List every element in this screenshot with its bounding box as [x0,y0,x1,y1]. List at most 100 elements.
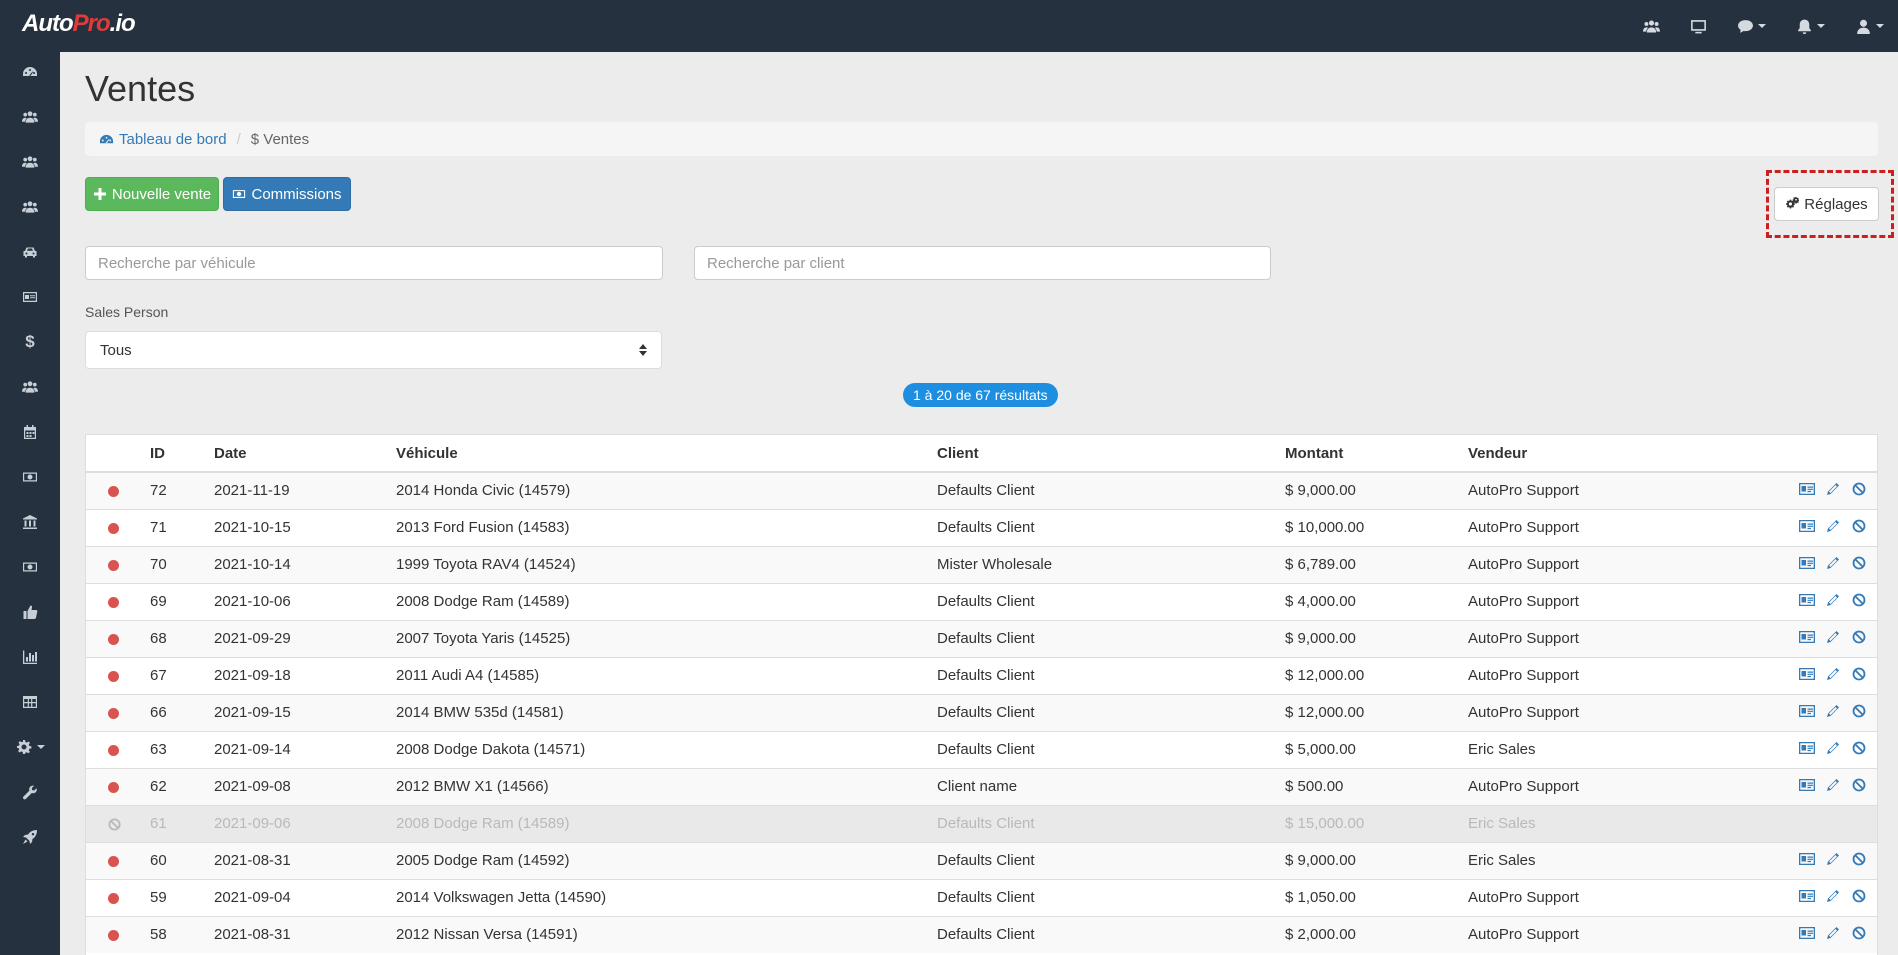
sidebar-item-reports[interactable] [0,637,60,677]
monitor-icon[interactable] [1690,18,1707,35]
view-details-button[interactable] [1799,482,1815,500]
edit-button[interactable] [1825,926,1841,944]
users-icon [22,156,38,168]
user-dropdown[interactable] [1855,18,1884,35]
sidebar-item-table[interactable] [0,682,60,722]
vehicle-search-input[interactable] [85,246,663,280]
table-row[interactable]: 72 2021-11-19 2014 Honda Civic (14579) Defa… [86,471,1877,509]
edit-button[interactable] [1825,852,1841,870]
users-icon [22,381,38,393]
cancel-sale-button[interactable] [1851,852,1867,870]
settings-button[interactable]: Réglages [1774,187,1879,221]
chat-dropdown[interactable] [1737,18,1766,35]
sidebar-item-users-2[interactable] [0,142,60,182]
view-details-button[interactable] [1799,630,1815,648]
cell-id: 69 [150,582,214,620]
sidebar-item-launch[interactable] [0,817,60,857]
view-details-button[interactable] [1799,593,1815,611]
sidebar-item-sales[interactable]: $ [0,322,60,362]
view-details-button[interactable] [1799,519,1815,537]
edit-button[interactable] [1825,556,1841,574]
view-details-button[interactable] [1799,556,1815,574]
table-row[interactable]: 66 2021-09-15 2014 BMW 535d (14581) Default… [86,693,1877,731]
edit-button[interactable] [1825,593,1841,611]
pencil-icon [1827,778,1839,791]
cell-seller: AutoPro Support [1468,471,1768,509]
cancel-sale-button[interactable] [1851,519,1867,537]
cell-actions [1768,767,1877,805]
sidebar-item-money-1[interactable] [0,457,60,497]
sidebar-item-vehicles[interactable] [0,232,60,272]
status-dot [108,781,119,793]
page-title: Ventes [85,68,196,109]
sidebar-item-bank[interactable] [0,502,60,542]
table-row[interactable]: 62 2021-09-08 2012 BMW X1 (14566) Client na… [86,767,1877,805]
sidebar-item-dashboard[interactable] [0,52,60,92]
table-row[interactable]: 68 2021-09-29 2007 Toyota Yaris (14525) Def… [86,619,1877,657]
breadcrumb-home-label: Tableau de bord [119,130,227,148]
table-row[interactable]: 59 2021-09-04 2014 Volkswagen Jetta (14590… [86,878,1877,916]
edit-button[interactable] [1825,482,1841,500]
sidebar-item-users-3[interactable] [0,187,60,227]
cancel-sale-button[interactable] [1851,741,1867,759]
table-row[interactable]: 61 2021-09-06 2008 Dodge Ram (14589) Defaul… [86,804,1877,842]
sidebar-item-money-2[interactable] [0,547,60,587]
table-row[interactable]: 71 2021-10-15 2013 Ford Fusion (14583) Defa… [86,508,1877,546]
cell-seller: AutoPro Support [1468,915,1768,953]
table-row[interactable]: 60 2021-08-31 2005 Dodge Ram (14592) Defaul… [86,841,1877,879]
app-logo[interactable]: AutoPro.io [22,10,136,38]
view-details-button[interactable] [1799,852,1815,870]
view-details-button[interactable] [1799,741,1815,759]
edit-button[interactable] [1825,704,1841,722]
sidebar-item-calendar[interactable] [0,412,60,452]
view-details-button[interactable] [1799,889,1815,907]
sidebar-item-tools[interactable] [0,772,60,812]
breadcrumb: Tableau de bord / $ Ventes [85,122,1878,156]
cancel-sale-button[interactable] [1851,630,1867,648]
users-icon[interactable] [1643,18,1660,35]
breadcrumb-home-link[interactable]: Tableau de bord [99,131,227,148]
table-row[interactable]: 58 2021-08-31 2012 Nissan Versa (14591) Def… [86,915,1877,953]
table-row[interactable]: 63 2021-09-14 2008 Dodge Dakota (14571) Def… [86,730,1877,768]
pencil-icon [1827,704,1839,717]
new-sale-button[interactable]: Nouvelle vente [85,177,219,211]
view-details-button[interactable] [1799,778,1815,796]
view-details-button[interactable] [1799,667,1815,685]
cell-id: 58 [150,915,214,953]
notifications-dropdown[interactable] [1796,18,1825,35]
sidebar-item-users-4[interactable] [0,367,60,407]
edit-button[interactable] [1825,778,1841,796]
sidebar-item-settings[interactable] [0,727,60,767]
sidebar-item-cards[interactable] [0,277,60,317]
view-details-button[interactable] [1799,704,1815,722]
cell-amount: $ 6,789.00 [1285,545,1468,583]
table-row[interactable]: 70 2021-10-14 1999 Toyota RAV4 (14524) Mist… [86,545,1877,583]
cancel-sale-button[interactable] [1851,593,1867,611]
status-dot [108,522,119,534]
sidebar-item-users-1[interactable] [0,97,60,137]
client-search-input[interactable] [694,246,1271,280]
wrench-icon [22,785,37,800]
table-row[interactable]: 67 2021-09-18 2011 Audi A4 (14585) Defaults… [86,656,1877,694]
top-navbar: AutoPro.io [0,0,1898,52]
cell-client: Client name [937,767,1285,805]
view-details-button[interactable] [1799,926,1815,944]
cell-status [86,841,150,879]
cancel-sale-button[interactable] [1851,556,1867,574]
sidebar-item-reviews[interactable] [0,592,60,632]
commissions-button[interactable]: Commissions [223,177,351,211]
cancel-sale-button[interactable] [1851,482,1867,500]
sales-person-select[interactable]: Tous [85,331,662,369]
cancel-sale-button[interactable] [1851,667,1867,685]
cancel-sale-button[interactable] [1851,704,1867,722]
edit-button[interactable] [1825,889,1841,907]
pencil-icon [1827,852,1839,865]
edit-button[interactable] [1825,741,1841,759]
table-row[interactable]: 69 2021-10-06 2008 Dodge Ram (14589) Defaul… [86,582,1877,620]
cancel-sale-button[interactable] [1851,778,1867,796]
edit-button[interactable] [1825,667,1841,685]
cancel-sale-button[interactable] [1851,926,1867,944]
edit-button[interactable] [1825,630,1841,648]
cancel-sale-button[interactable] [1851,889,1867,907]
edit-button[interactable] [1825,519,1841,537]
